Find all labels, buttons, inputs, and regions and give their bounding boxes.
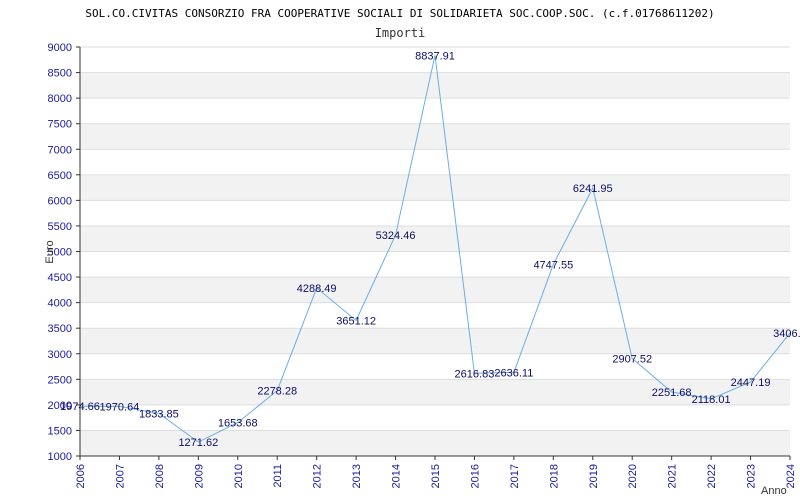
data-label: 1833.85 [139,408,179,420]
grid-band [80,225,790,252]
data-label: 8837.91 [415,50,455,62]
data-label: 4747.55 [533,259,573,271]
data-label: 1974.66 [60,401,100,413]
grid-band [80,123,790,150]
data-label: 4288.49 [297,283,337,295]
data-label: 2447.19 [731,377,771,389]
y-tick-label: 8000 [48,93,72,105]
x-tick-label: 2022 [706,464,718,488]
data-label: 1970.64 [100,401,140,413]
x-tick-label: 2016 [469,464,481,488]
x-tick-labels: 2006 2007 2008 2009 2010 2011 2012 2013 2014 2015… [75,456,797,488]
data-label: 2251.68 [652,387,692,399]
data-label: 2907.52 [612,353,652,365]
y-tick-label: 4500 [48,272,72,284]
data-label: 2118.01 [692,394,731,406]
line-chart: 1000150020002500300035004000450050005500… [44,7,800,497]
x-tick-label: 2020 [627,464,639,488]
data-label: 3406.8 [773,328,800,340]
y-tick-label: 9000 [48,42,72,54]
x-tick-label: 2006 [75,464,87,488]
data-label: 2278.28 [257,386,297,398]
x-tick-label: 2018 [548,464,560,488]
y-tick-label: 2500 [48,374,72,386]
data-label: 3651.12 [336,315,376,327]
y-tick-label: 5500 [48,221,72,233]
x-tick-label: 2014 [391,464,403,488]
y-axis-label: Euro [44,240,56,263]
x-tick-label: 2017 [509,464,521,488]
x-tick-label: 2010 [233,464,245,488]
x-axis-label: Anno [761,485,787,497]
y-tick-label: 7500 [48,119,72,131]
y-tick-label: 1000 [48,451,72,463]
chart-title: SOL.CO.CIVITAS CONSORZIO FRA COOPERATIVE… [85,7,714,20]
x-tick-label: 2012 [312,464,324,488]
data-label: 6241.95 [573,183,613,195]
x-tick-label: 2024 [785,464,797,488]
grid-band [80,328,790,354]
data-label: 2636.11 [494,367,533,379]
x-tick-label: 2013 [351,464,363,488]
data-label: 2616.83 [455,368,495,380]
grid-band [80,277,790,303]
data-label: 5324.46 [376,230,416,242]
y-tick-label: 3000 [48,349,72,361]
grid-band [80,72,790,99]
x-tick-label: 2009 [193,464,205,488]
x-tick-label: 2011 [272,464,284,488]
chart-subtitle: Importi [375,26,426,40]
y-tick-label: 4000 [48,298,72,310]
x-tick-label: 2015 [430,464,442,488]
x-tick-label: 2007 [114,464,126,488]
y-tick-label: 8500 [48,68,72,80]
data-label: 1653.68 [218,418,258,430]
y-tick-label: 6500 [48,170,72,182]
y-tick-label: 1500 [48,425,72,437]
y-tick-label: 6000 [48,195,72,207]
y-tick-label: 7000 [48,144,72,156]
data-label: 1271.62 [178,437,218,449]
x-tick-label: 2023 [746,464,758,488]
grid-band [80,174,790,201]
y-tick-label: 3500 [48,323,72,335]
x-tick-label: 2021 [667,464,679,488]
x-tick-label: 2008 [154,464,166,488]
x-tick-label: 2019 [588,464,600,488]
